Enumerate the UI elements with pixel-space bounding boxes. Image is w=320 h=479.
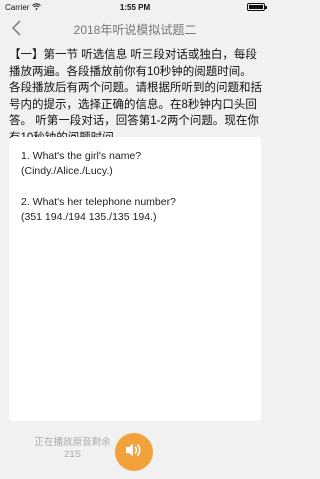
- question-card: 1. What's the girl's name? (Cindy./Alice…: [9, 137, 261, 421]
- speaker-icon: [124, 441, 144, 464]
- page-title: 2018年听说模拟试题二: [73, 23, 197, 37]
- status-time: 1:55 PM: [119, 3, 151, 12]
- playback-footer: 正在播放原音剩余21S: [0, 425, 270, 479]
- question-item: 2. What's her telephone number? (351 194…: [21, 195, 249, 225]
- playback-status: 正在播放原音剩余21S: [34, 437, 111, 460]
- question-options: (Cindy./Alice./Lucy.): [21, 165, 113, 177]
- question-options: (351 194./194 135./135 194.): [21, 211, 157, 223]
- question-text: 1. What's the girl's name?: [21, 150, 142, 162]
- audio-play-button[interactable]: [115, 433, 153, 471]
- nav-bar: 2018年听说模拟试题二: [0, 14, 270, 42]
- question-item: 1. What's the girl's name? (Cindy./Alice…: [21, 149, 249, 179]
- status-bar: Carrier 1:55 PM: [0, 0, 270, 14]
- question-text: 2. What's her telephone number?: [21, 196, 176, 208]
- instructions-text: 【一】第一节 听选信息 听三段对话或独白，每段播放两遍。各段播放前你有10秒钟的…: [9, 49, 262, 144]
- battery-icon: [247, 3, 267, 11]
